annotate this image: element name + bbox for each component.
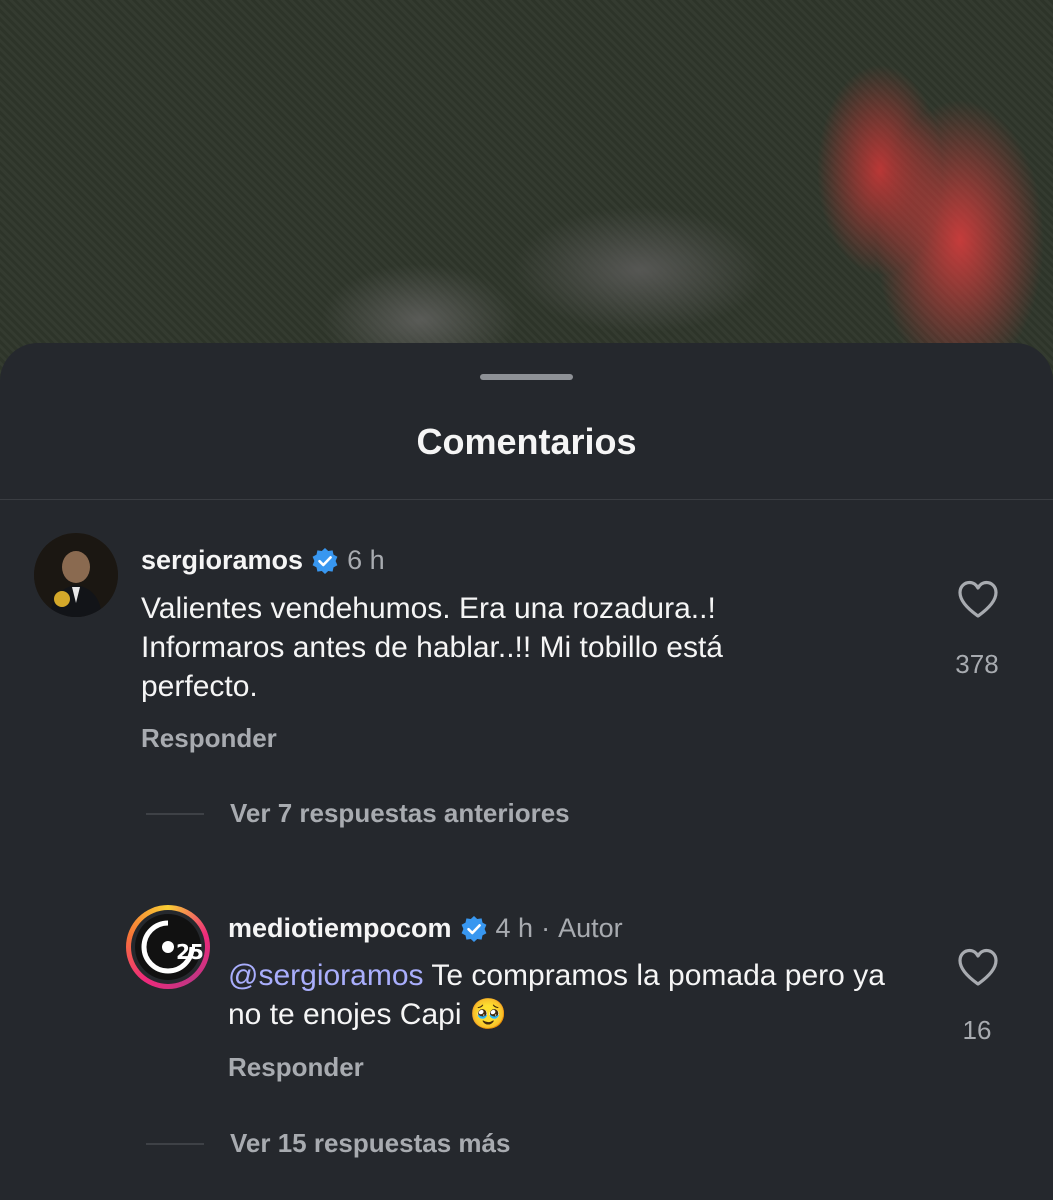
view-previous-replies-label[interactable]: Ver 7 respuestas anteriores [230, 798, 570, 829]
comment-username[interactable]: sergioramos [141, 545, 303, 576]
comments-sheet: Comentarios sergioramos 6 h Valientes ve… [0, 343, 1053, 1200]
like-count: 16 [962, 1015, 992, 1045]
verified-badge-icon [312, 547, 338, 574]
view-more-replies[interactable]: Ver 15 respuestas más [146, 1128, 510, 1159]
reply-timestamp: 4 h [495, 913, 534, 943]
view-more-replies-label[interactable]: Ver 15 respuestas más [230, 1128, 510, 1159]
header-divider [0, 499, 1053, 500]
reply-button[interactable]: Responder [228, 1052, 364, 1083]
comments-screen: Comentarios sergioramos 6 h Valientes ve… [0, 0, 1053, 1200]
reply-username[interactable]: mediotiempocom [228, 913, 452, 944]
comment-timestamp: 6 h [347, 545, 385, 575]
reply-button[interactable]: Responder [141, 723, 277, 754]
meta-separator: · [541, 913, 551, 943]
like-count: 378 [955, 649, 999, 679]
thread-line [146, 1142, 204, 1145]
comment-header: sergioramos 6 h [141, 545, 385, 576]
author-tag: Autor [558, 913, 623, 943]
mention-link[interactable]: @sergioramos [228, 959, 424, 992]
like-heart-icon[interactable] [956, 579, 1000, 619]
sheet-title: Comentarios [416, 421, 637, 462]
avatar-mediotiempocom[interactable]: 25 [126, 905, 210, 989]
thread-line [146, 812, 204, 815]
svg-text:25: 25 [176, 940, 204, 964]
avatar-sergioramos[interactable] [34, 533, 118, 617]
reply-text: @sergioramos Te compramos la pomada pero… [228, 956, 888, 1034]
comment-text: Valientes vendehumos. Era una rozadura..… [141, 592, 723, 703]
reply-header: mediotiempocom 4 h · Autor [228, 913, 623, 944]
view-previous-replies[interactable]: Ver 7 respuestas anteriores [146, 798, 570, 829]
like-heart-icon[interactable] [956, 947, 1000, 987]
sheet-drag-handle[interactable] [480, 374, 573, 380]
emoji: 🥹 [469, 998, 508, 1031]
verified-badge-icon [461, 915, 486, 942]
